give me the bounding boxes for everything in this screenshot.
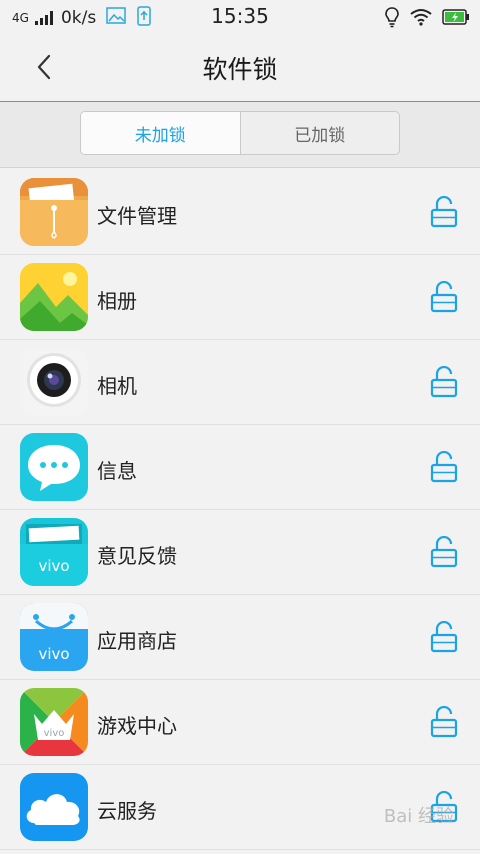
page-title: 软件锁 [202,55,278,84]
list-item[interactable]: vivo 意见反馈 [0,510,480,595]
segmented-control: 未加锁 已加锁 [80,111,400,155]
unlock-icon[interactable] [430,195,458,228]
bulb-icon [384,6,400,32]
list-item[interactable]: 信息 [0,425,480,510]
list-item[interactable]: vivo 游戏中心 [0,680,480,765]
game-center-icon: vivo [20,688,88,756]
file-manager-icon [20,178,88,246]
tab-bar: 未加锁 已加锁 [0,102,480,168]
camera-icon [20,348,88,416]
app-list: 文件管理 相册 相机 信息 vivo 意见反馈 vivo 应用商店 vivo 游… [0,170,480,850]
list-item[interactable]: 相册 [0,255,480,340]
unlock-icon[interactable] [430,620,458,653]
list-item[interactable]: 文件管理 [0,170,480,255]
watermark: Bai 经验 [383,806,454,827]
app-store-icon: vivo [20,603,88,671]
app-name: 云服务 [97,799,157,823]
feedback-icon: vivo [20,518,88,586]
list-item[interactable]: 相机 [0,340,480,425]
unlock-icon[interactable] [430,280,458,313]
app-name: 相机 [97,374,137,398]
app-name: 意见反馈 [97,544,177,568]
unlock-icon[interactable] [430,450,458,483]
vivo-brand-text: vivo [38,557,69,575]
app-name: 相册 [97,289,137,313]
unlock-icon[interactable] [430,705,458,738]
unlock-icon[interactable] [430,535,458,568]
messages-icon [20,433,88,501]
app-header: 软件锁 [0,32,480,102]
cloud-service-icon [20,773,88,841]
gallery-icon [20,263,88,331]
app-name: 应用商店 [97,629,177,653]
battery-icon [442,9,470,29]
app-name: 信息 [97,459,137,483]
status-bar: 4G 0k/s 15:35 [0,0,480,32]
vivo-brand-text: vivo [38,645,69,663]
tab-locked[interactable]: 已加锁 [241,112,400,154]
vivo-brand-text: vivo [44,728,65,739]
status-right [384,6,470,32]
app-name: 文件管理 [97,204,177,228]
wifi-icon [410,8,432,30]
list-item[interactable]: vivo 应用商店 [0,595,480,680]
app-name: 游戏中心 [97,714,177,738]
tab-unlocked[interactable]: 未加锁 [81,112,240,154]
unlock-icon[interactable] [430,365,458,398]
